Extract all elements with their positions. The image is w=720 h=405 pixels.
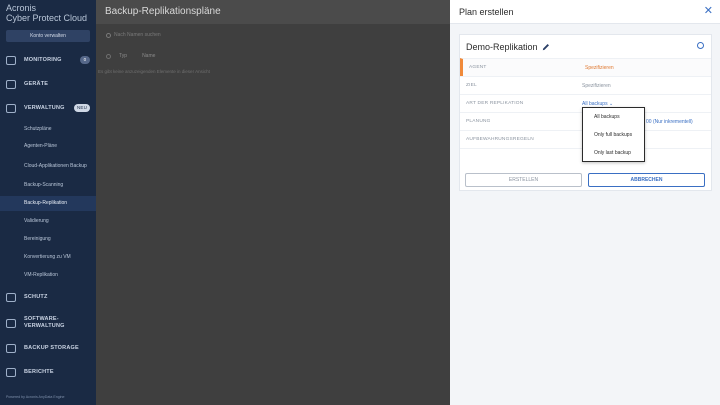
empty-state-text: Es gibt keine anzuzeigenden Elemente in … — [98, 69, 210, 74]
nav-label: GERÄTE — [24, 81, 49, 87]
monitoring-icon — [6, 55, 16, 65]
chevron-down-icon: ⌄ — [608, 100, 614, 107]
row-label: ZIEL — [466, 83, 477, 88]
nav-label: BACKUP STORAGE — [24, 345, 79, 351]
sidebar-item-validation[interactable]: Validierung — [0, 214, 96, 229]
sidebar-item-vm-replication[interactable]: VM-Replikation — [0, 268, 96, 283]
cancel-button[interactable]: ABBRECHEN — [588, 173, 705, 187]
schedule-value[interactable]: 00 (Nur inkrementell) — [646, 119, 693, 125]
row-agent[interactable]: AGENT Spezifizieren — [460, 58, 711, 76]
create-plan-drawer: Plan erstellen ✕ Demo-Replikation AGENT … — [450, 0, 720, 405]
software-icon — [6, 318, 16, 328]
option-last-backup[interactable]: Only last backup — [583, 144, 644, 162]
row-label: AUFBEWAHRUNGSREGELN — [466, 137, 534, 142]
nav-label: SCHUTZ — [24, 294, 48, 300]
main-header: Backup-Replikationspläne — [96, 0, 450, 24]
sidebar-item-backup-replication[interactable]: Backup-Replikation — [0, 196, 96, 211]
page-title: Backup-Replikationspläne — [105, 6, 221, 17]
option-all-backups[interactable]: All backups — [583, 108, 644, 126]
sidebar-item-convert-to-vm[interactable]: Konvertierung zu VM — [0, 250, 96, 265]
column-name[interactable]: Name — [142, 53, 155, 59]
option-full-backups[interactable]: Only full backups — [583, 126, 644, 144]
new-badge: NEU — [74, 104, 90, 112]
brand-line2: Cyber Protect Cloud — [6, 13, 88, 23]
nav-reports[interactable]: BERICHTE — [0, 364, 96, 380]
drawer-header: Plan erstellen ✕ — [450, 0, 720, 24]
sidebar-item-protection-plans[interactable]: Schutzpläne — [0, 122, 96, 137]
nav-monitoring[interactable]: MONITORING 0 — [0, 52, 96, 68]
row-label: AGENT — [469, 65, 487, 70]
shield-icon — [6, 292, 16, 302]
create-button[interactable]: ERSTELLEN — [465, 173, 582, 187]
nav-label: BERICHTE — [24, 369, 54, 375]
sidebar: Acronis Cyber Protect Cloud Konto verwal… — [0, 0, 96, 405]
close-icon[interactable]: ✕ — [704, 5, 713, 17]
row-label: ART DER REPLIKATION — [466, 101, 524, 106]
nav-label: MONITORING — [24, 57, 62, 63]
target-specify-link[interactable]: Spezifizieren — [582, 83, 611, 89]
select-all-checkbox[interactable] — [106, 53, 111, 59]
reports-icon — [6, 367, 16, 377]
replication-type-select[interactable]: All backups ⌄ — [582, 101, 613, 107]
replication-type-value: All backups — [582, 100, 608, 107]
gear-icon[interactable] — [697, 42, 704, 49]
nav-devices[interactable]: GERÄTE — [0, 76, 96, 92]
nav-backup-storage[interactable]: BACKUP STORAGE — [0, 340, 96, 356]
devices-icon — [6, 79, 16, 89]
storage-icon — [6, 343, 16, 353]
nav-management[interactable]: VERWALTUNG NEU — [0, 100, 96, 116]
row-label: PLANUNG — [466, 119, 491, 124]
column-type[interactable]: Typ — [119, 53, 127, 59]
plan-name[interactable]: Demo-Replikation — [466, 42, 550, 52]
search-box[interactable]: Nach Namen suchen — [106, 32, 161, 38]
manage-account-button[interactable]: Konto verwalten — [6, 30, 90, 42]
plan-name-text: Demo-Replikation — [466, 42, 538, 52]
powered-by: Powered by Acronis AnyData Engine — [6, 395, 65, 399]
brand-line1: Acronis — [6, 3, 37, 13]
sidebar-item-cleanup[interactable]: Bereinigung — [0, 232, 96, 247]
nav-label: VERWALTUNG — [24, 105, 65, 111]
management-icon — [6, 103, 16, 113]
nav-protection[interactable]: SCHUTZ — [0, 289, 96, 305]
pencil-icon[interactable] — [542, 43, 550, 51]
count-badge: 0 — [80, 56, 90, 64]
drawer-title: Plan erstellen — [459, 7, 514, 17]
sidebar-item-agent-plans[interactable]: Agenten-Pläne — [0, 139, 96, 154]
replication-type-dropdown: All backups Only full backups Only last … — [582, 107, 645, 162]
search-icon — [106, 32, 111, 38]
sidebar-item-backup-scanning[interactable]: Backup-Scanning — [0, 178, 96, 193]
sidebar-item-cloud-app-backup[interactable]: Cloud-Applikationen Backup — [0, 155, 96, 177]
agent-specify-link[interactable]: Spezifizieren — [585, 65, 614, 71]
main-area: Backup-Replikationspläne Nach Namen such… — [96, 0, 450, 405]
row-target[interactable]: ZIEL Spezifizieren — [460, 76, 711, 94]
search-placeholder: Nach Namen suchen — [114, 32, 161, 38]
table-header: Typ Name — [106, 53, 170, 59]
nav-label: SOFTWARE-VERWALTUNG — [24, 316, 65, 329]
nav-software-management[interactable]: SOFTWARE-VERWALTUNG — [0, 314, 96, 332]
brand-logo: Acronis Cyber Protect Cloud — [6, 3, 87, 23]
